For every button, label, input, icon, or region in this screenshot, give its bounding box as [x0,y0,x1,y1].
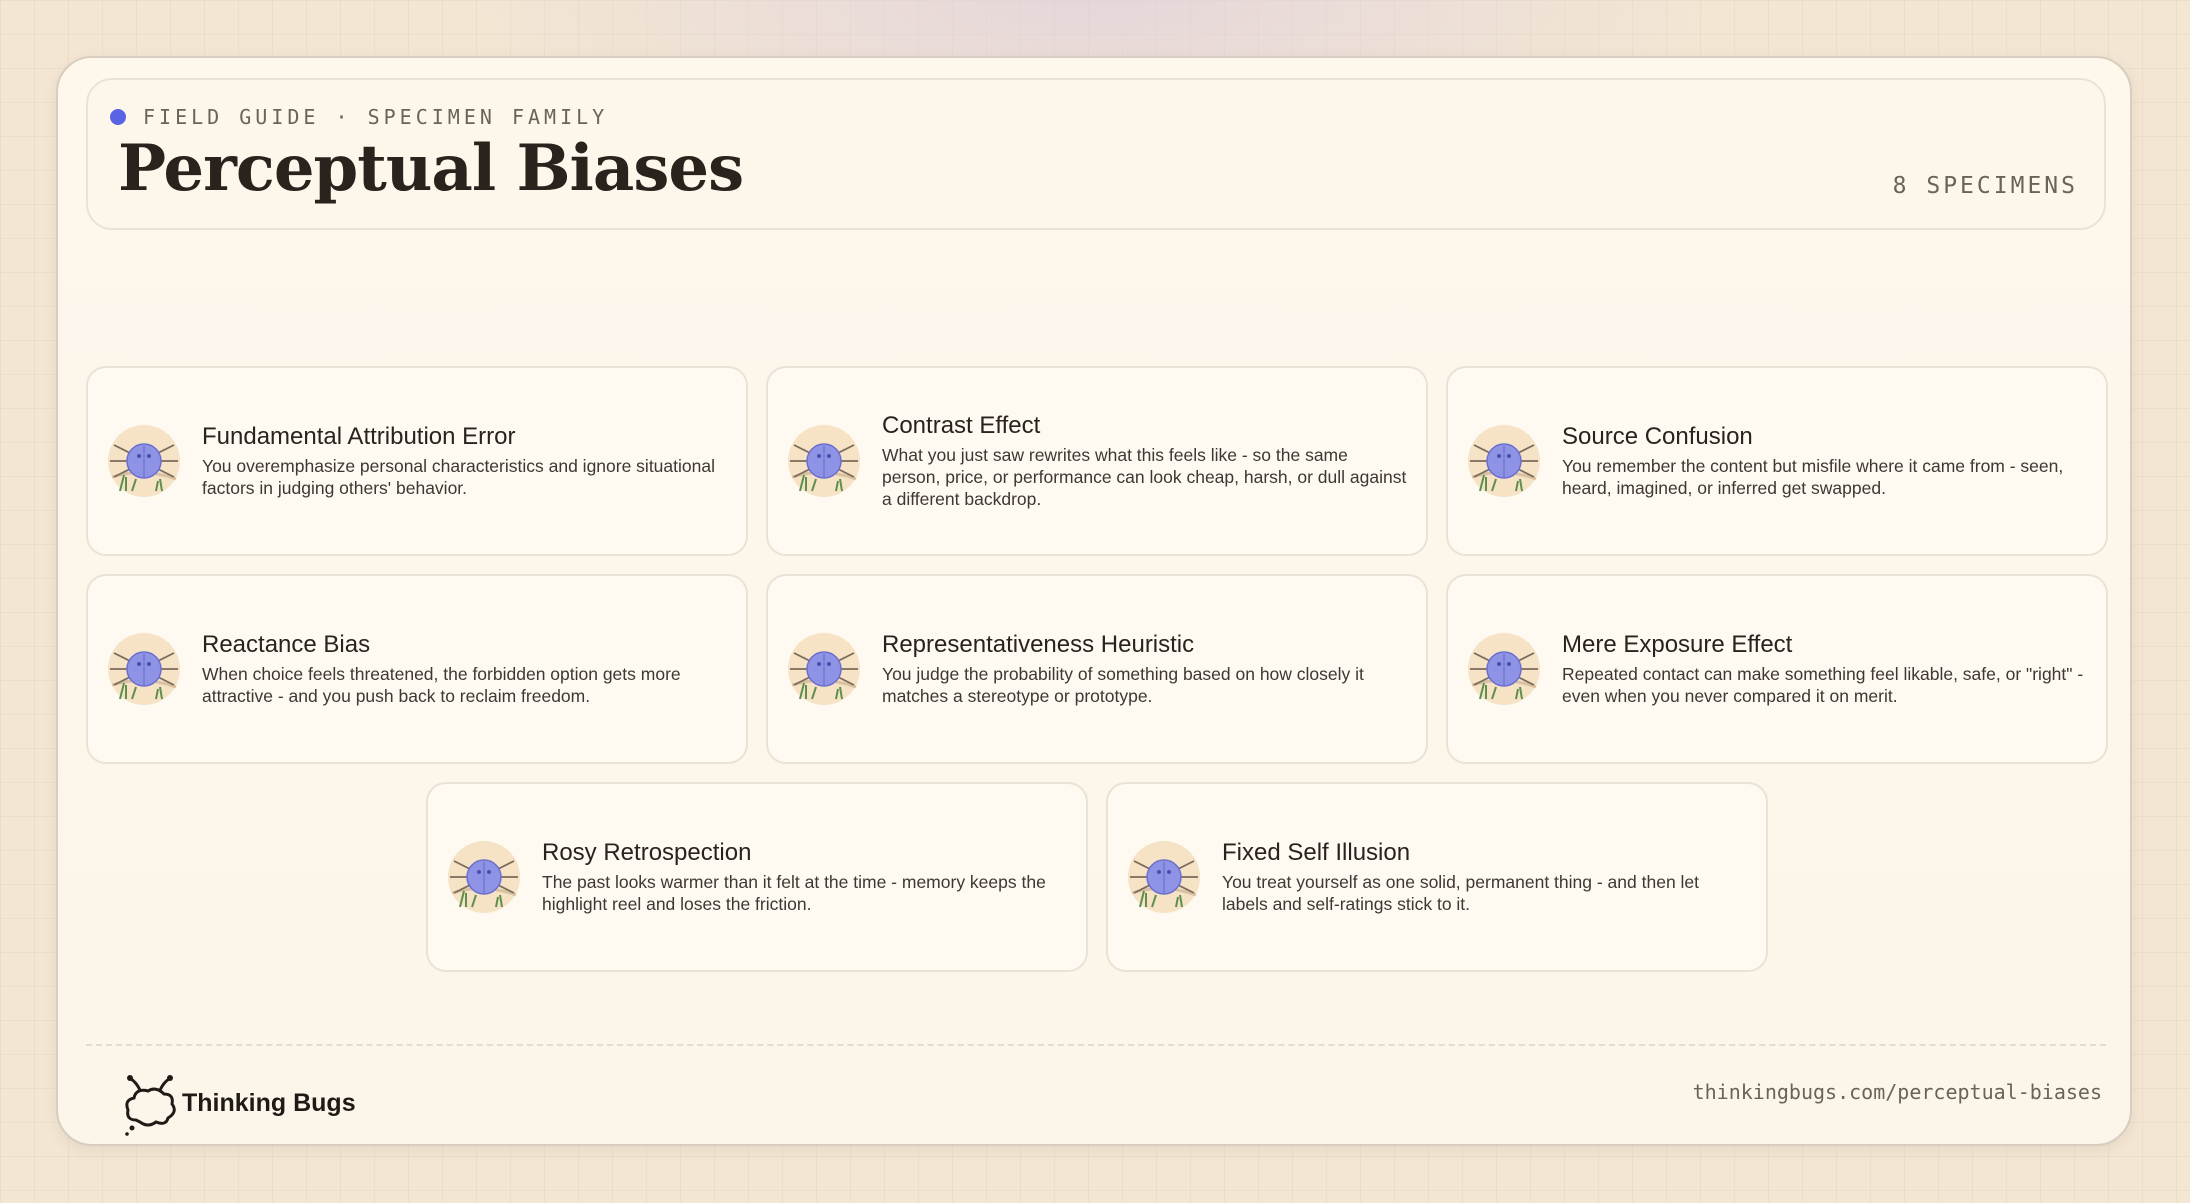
specimen-card[interactable]: Reactance Bias When choice feels threate… [86,574,748,764]
specimen-title: Rosy Retrospection [542,839,752,866]
specimen-card[interactable]: Rosy Retrospection The past looks warmer… [426,782,1088,972]
specimen-title: Fundamental Attribution Error [202,423,516,450]
bug-icon [106,423,182,499]
specimen-count: 8 SPECIMENS [1892,173,2078,199]
specimen-description: When choice feels threatened, the forbid… [202,664,681,706]
field-guide-panel: FIELD GUIDE · SPECIMEN FAMILY Perceptual… [56,56,2132,1146]
specimen-title: Contrast Effect [882,412,1041,439]
bug-icon [1126,839,1202,915]
specimen-card[interactable]: Fixed Self Illusion You treat yourself a… [1106,782,1768,972]
specimen-description: You remember the content but misfile whe… [1562,456,2064,498]
accent-dot-icon [110,109,126,125]
specimen-description: You judge the probability of something b… [882,664,1364,706]
specimen-card[interactable]: Contrast Effect What you just saw rewrit… [766,366,1428,556]
specimen-description: You treat yourself as one solid, permane… [1222,872,1700,914]
page-title: Perceptual Biases [118,131,744,206]
bug-icon [1466,423,1542,499]
specimen-description: You overemphasize personal characteristi… [202,456,715,498]
brand-link[interactable]: Thinking Bugs [122,1070,356,1136]
bug-icon [786,423,862,499]
eyebrow-label: FIELD GUIDE · SPECIMEN FAMILY [143,105,609,129]
thinking-bugs-logo-icon [125,1075,176,1136]
specimen-description: Repeated contact can make something feel… [1562,664,2084,706]
specimen-title: Representativeness Heuristic [882,631,1195,658]
specimen-card[interactable]: Source Confusion You remember the conten… [1446,366,2108,556]
page-url-link[interactable]: thinkingbugs.com/perceptual-biases [1693,1080,2102,1104]
specimen-description: What you just saw rewrites what this fee… [882,445,1407,509]
footer-divider [86,1044,2106,1046]
specimen-title: Fixed Self Illusion [1222,839,1411,866]
specimen-description: The past looks warmer than it felt at th… [542,872,1046,914]
specimen-title: Reactance Bias [202,631,371,658]
brand-name: Thinking Bugs [182,1088,356,1117]
eyebrow: FIELD GUIDE · SPECIMEN FAMILY [110,105,608,129]
specimen-card[interactable]: Fundamental Attribution Error You overem… [86,366,748,556]
header: FIELD GUIDE · SPECIMEN FAMILY Perceptual… [86,78,2106,230]
bug-icon [106,631,182,707]
specimen-card[interactable]: Mere Exposure Effect Repeated contact ca… [1446,574,2108,764]
specimen-card[interactable]: Representativeness Heuristic You judge t… [766,574,1428,764]
bug-icon [446,839,522,915]
specimen-title: Source Confusion [1562,423,1753,450]
bug-icon [1466,631,1542,707]
bug-icon [786,631,862,707]
specimen-title: Mere Exposure Effect [1562,631,1793,658]
